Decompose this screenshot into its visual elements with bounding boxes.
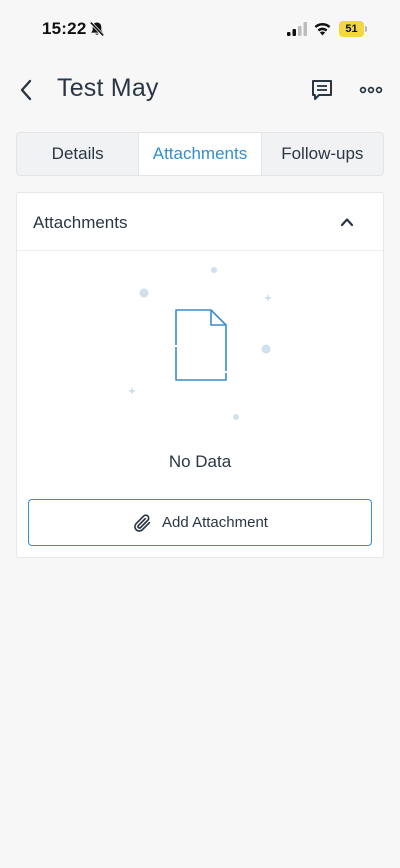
add-attachment-label: Add Attachment: [162, 514, 268, 531]
ellipsis-icon: [359, 86, 383, 94]
section-title: Attachments: [33, 213, 128, 232]
more-options-button[interactable]: [359, 78, 383, 102]
chevron-up-icon[interactable]: [338, 213, 356, 231]
empty-document-illustration: + +: [128, 267, 272, 420]
screen: 15:22 51 Test May Details Attachments Fo…: [0, 0, 400, 868]
bell-muted-icon: [89, 21, 105, 37]
comment-button[interactable]: [310, 78, 334, 102]
paperclip-icon: [134, 513, 151, 532]
header: Test May: [0, 66, 400, 114]
chevron-left-icon: [20, 79, 32, 101]
battery-level: 51: [339, 21, 364, 37]
back-button[interactable]: [14, 76, 38, 104]
status-time: 15:22: [42, 19, 87, 38]
add-attachment-button[interactable]: Add Attachment: [28, 499, 372, 546]
svg-text:+: +: [264, 293, 272, 304]
tab-bar: Details Attachments Follow-ups: [16, 132, 384, 176]
battery-indicator: 51: [339, 21, 367, 37]
tab-details[interactable]: Details: [17, 133, 140, 175]
svg-text:+: +: [128, 386, 136, 397]
comment-icon: [312, 80, 332, 100]
wifi-icon: [314, 22, 331, 36]
attachments-section-header[interactable]: Attachments: [17, 193, 383, 251]
status-bar: 15:22 51: [0, 0, 400, 58]
signal-icon: [287, 22, 307, 36]
battery-tip: [365, 26, 367, 32]
tab-follow-ups[interactable]: Follow-ups: [262, 133, 383, 175]
page-title: Test May: [57, 74, 159, 102]
tab-attachments[interactable]: Attachments: [139, 133, 262, 175]
attachments-card: Attachments + + No Data Add Attachment: [16, 192, 384, 558]
empty-state-text: No Data: [168, 452, 232, 471]
